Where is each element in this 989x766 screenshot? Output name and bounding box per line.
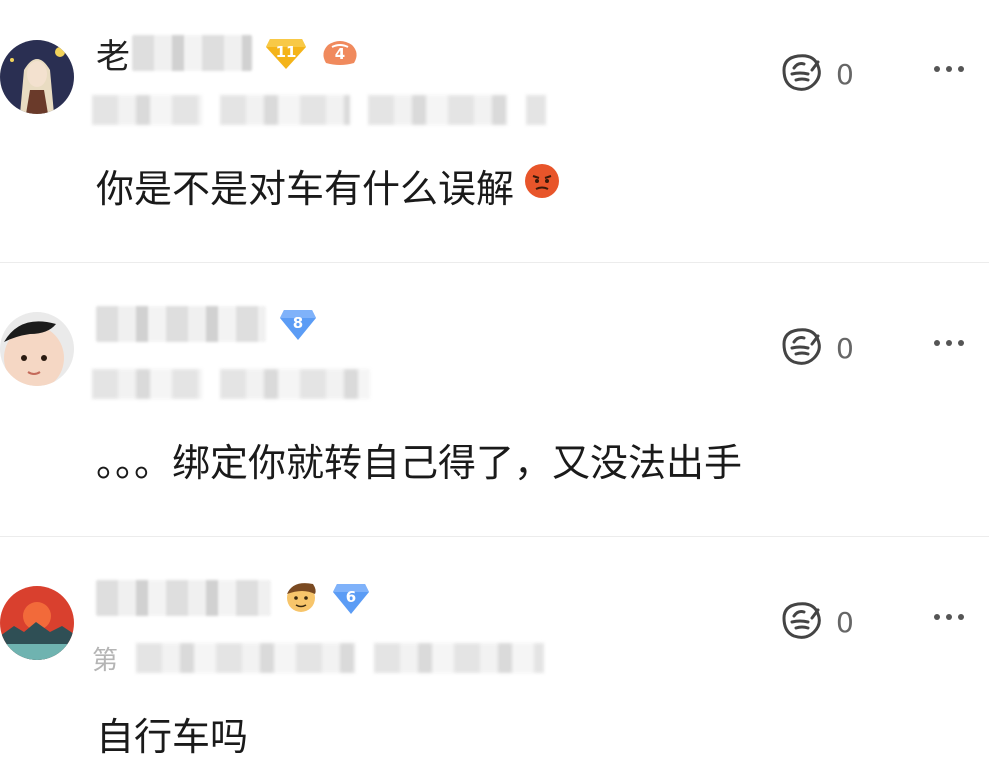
avatar[interactable] [0, 40, 74, 114]
more-dots-icon[interactable] [934, 66, 964, 72]
divider [0, 536, 989, 537]
meta-row [92, 366, 370, 402]
comment-text: 你是不是对车有什么误解 [96, 158, 560, 213]
username-row: 老 11 4 [96, 33, 360, 77]
fan-badge-icon: 4 [320, 37, 360, 69]
avatar[interactable] [0, 312, 74, 386]
thumb-like-icon [778, 324, 826, 372]
meta-redaction [220, 95, 350, 125]
svg-text:8: 8 [293, 314, 303, 332]
meta-redaction [368, 95, 508, 125]
like-count: 0 [836, 331, 854, 365]
like-button[interactable]: 0 [778, 50, 854, 98]
level-badge: 8 [278, 306, 318, 342]
boy-emoji-icon [283, 578, 319, 618]
meta-redaction [526, 95, 546, 125]
like-button[interactable]: 0 [778, 598, 854, 646]
username-redaction [132, 35, 252, 71]
username-row: 6 [96, 578, 371, 618]
more-dots-icon[interactable] [934, 340, 964, 346]
username[interactable]: 老 [96, 29, 130, 78]
svg-text:6: 6 [346, 588, 356, 606]
like-count: 0 [836, 605, 854, 639]
meta-row: 第 [92, 640, 545, 676]
meta-redaction [136, 643, 357, 673]
meta-text: 第 [92, 645, 119, 676]
svg-text:11: 11 [276, 43, 297, 61]
comment-text: 自行车吗 [96, 715, 249, 759]
meta-redaction [92, 95, 202, 125]
comment-text: 。。。绑定你就转自己得了，又没法出手 [96, 441, 743, 485]
like-button[interactable]: 0 [778, 324, 854, 372]
more-dots-icon[interactable] [934, 614, 964, 620]
meta-redaction [374, 643, 545, 673]
avatar[interactable] [0, 586, 74, 660]
username-redaction [96, 580, 271, 616]
angry-face-emoji-icon [524, 163, 560, 208]
divider [0, 262, 989, 263]
meta-redaction [220, 369, 370, 399]
thumb-like-icon [778, 50, 826, 98]
meta-row [92, 92, 546, 128]
level-badge: 6 [331, 580, 371, 616]
username-redaction [96, 306, 266, 342]
svg-text:4: 4 [335, 45, 345, 63]
username-row: 8 [96, 304, 318, 344]
meta-redaction [92, 369, 202, 399]
thumb-like-icon [778, 598, 826, 646]
level-badge: 11 [264, 35, 308, 71]
like-count: 0 [836, 57, 854, 91]
